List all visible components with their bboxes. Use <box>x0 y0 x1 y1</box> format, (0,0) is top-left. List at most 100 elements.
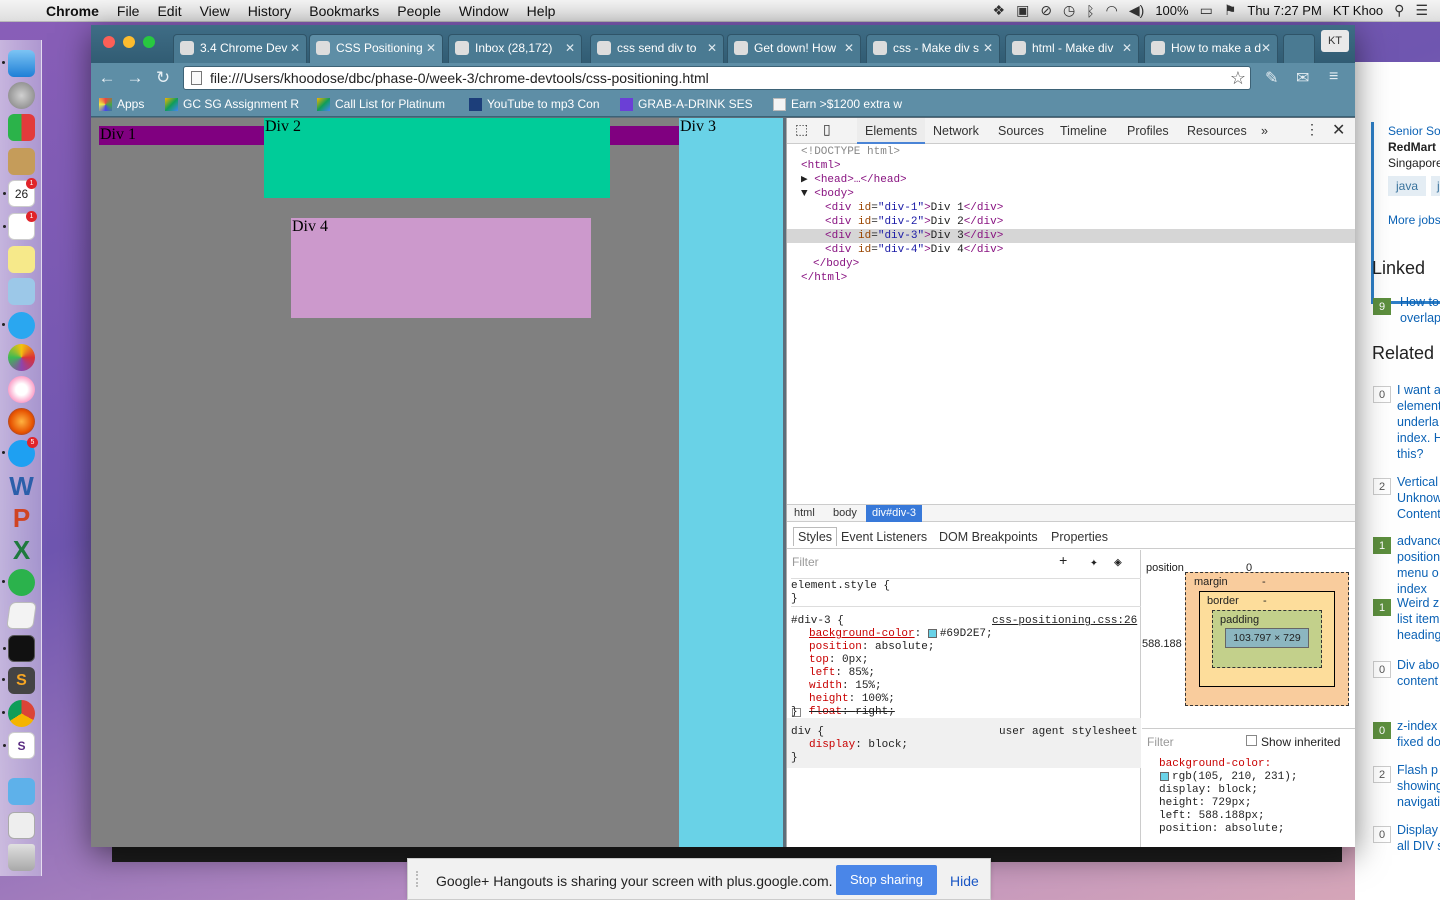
spotlight-icon[interactable]: ⚲ <box>1394 2 1404 19</box>
zoom-window-button[interactable] <box>143 36 155 48</box>
more-tabs-button[interactable]: » <box>1261 124 1268 138</box>
messages-icon[interactable] <box>2 312 35 339</box>
computed-property[interactable]: height: 729px; <box>1159 797 1251 810</box>
new-tab-button[interactable] <box>1283 34 1315 63</box>
tab-profiles[interactable]: Profiles <box>1127 124 1169 138</box>
menu-edit[interactable]: Edit <box>148 3 190 19</box>
back-icon[interactable]: ← <box>95 68 119 88</box>
linked-question-link[interactable]: How to overlap <box>1400 294 1440 326</box>
menubar-user[interactable]: KT Khoo <box>1333 3 1383 18</box>
volume-icon[interactable]: ◀) <box>1129 2 1144 19</box>
related-question-link[interactable]: I want a element underla index. Hthis? <box>1397 382 1440 462</box>
chrome-icon[interactable] <box>2 700 35 727</box>
computed-filter-input[interactable]: Filter <box>1147 736 1174 749</box>
rule-source-link[interactable]: css-positioning.css:26 <box>992 615 1137 628</box>
menu-help[interactable]: Help <box>518 3 565 19</box>
content-box[interactable]: 103.797 × 729 <box>1225 628 1309 648</box>
browser-tab[interactable]: How to make a d ✕ <box>1144 34 1278 63</box>
mission-control-icon[interactable] <box>8 114 35 141</box>
related-question-link[interactable]: Display all DIV s <box>1397 822 1440 854</box>
dom-body-close[interactable]: </body> <box>813 257 859 271</box>
wifi-icon[interactable]: ◠ <box>1106 2 1118 19</box>
blocked-icon[interactable]: ⊘ <box>1040 2 1052 19</box>
tab-dom-breakpoints[interactable]: DOM Breakpoints <box>939 530 1038 544</box>
close-tab-icon[interactable]: ✕ <box>1122 35 1132 61</box>
reminders-icon[interactable]: 1 <box>3 211 37 240</box>
computed-property[interactable]: left: 588.188px; <box>1159 810 1265 823</box>
bookmark-apps[interactable]: Apps <box>99 97 144 111</box>
photo-booth-icon[interactable] <box>8 278 35 305</box>
device-mode-icon[interactable]: ▯ <box>823 121 831 138</box>
browser-tab[interactable]: css - Make div s ✕ <box>866 34 1000 63</box>
bookmark-gc-sg[interactable]: GC SG Assignment R <box>165 97 299 111</box>
notification-icon[interactable]: ▣ <box>1016 2 1029 19</box>
bookmark-earn[interactable]: Earn >$1200 extra w <box>773 97 905 111</box>
dom-html-open[interactable]: <html> <box>801 159 841 173</box>
tab-network[interactable]: Network <box>933 124 979 138</box>
address-bar[interactable]: file:///Users/khoodose/dbc/phase-0/week-… <box>183 66 1251 90</box>
dropbox-icon[interactable]: ❖ <box>993 2 1006 19</box>
facetime-icon[interactable] <box>2 569 35 596</box>
related-question-link[interactable]: Div abo content <box>1397 657 1439 689</box>
browser-tab[interactable]: css send div to ✕ <box>590 34 724 63</box>
related-question-link[interactable]: z-index fixed do <box>1397 718 1440 750</box>
related-question-link[interactable]: advance position menu o index <box>1397 533 1440 597</box>
position-left[interactable]: 588.188 <box>1142 638 1182 650</box>
job-tag[interactable]: ja <box>1431 176 1440 196</box>
job-title[interactable]: Senior So <box>1388 124 1440 138</box>
battery-percent[interactable]: 100% <box>1155 3 1188 18</box>
tab-timeline[interactable]: Timeline <box>1060 124 1107 138</box>
computed-property[interactable]: position: absolute; <box>1159 823 1284 836</box>
menu-history[interactable]: History <box>239 3 301 19</box>
job-tag[interactable]: java <box>1388 176 1427 196</box>
dom-node[interactable]: <div id="div-2">Div 2</div> <box>825 215 1003 229</box>
collapsed-triangle-icon[interactable]: ▶ <box>801 174 808 186</box>
dom-node[interactable]: <div id="div-4">Div 4</div> <box>825 243 1003 257</box>
css-declaration[interactable]: width: 15%; <box>809 680 882 693</box>
reload-icon[interactable]: ↻ <box>151 68 175 88</box>
word-icon[interactable]: W <box>8 473 35 500</box>
dom-head-node[interactable]: ▶ <head>…</head> <box>801 173 907 187</box>
css-declaration[interactable]: top: 0px; <box>809 654 868 667</box>
photos-icon[interactable] <box>8 344 35 371</box>
breadcrumb-html[interactable]: html <box>794 507 815 519</box>
time-machine-icon[interactable]: ◷ <box>1063 2 1075 19</box>
css-declaration[interactable]: background-color: #69D2E7; <box>809 628 993 641</box>
ua-selector[interactable]: div { <box>791 726 824 739</box>
bookmark-star-icon[interactable]: ☆ <box>1230 67 1246 89</box>
close-tab-icon[interactable]: ✕ <box>983 35 993 61</box>
computed-property[interactable]: background-color: <box>1159 758 1271 771</box>
drag-handle[interactable] <box>416 871 422 887</box>
powerpoint-icon[interactable]: P <box>8 505 35 532</box>
tab-elements[interactable]: Elements <box>857 118 926 144</box>
related-question-link[interactable]: Vertical Unknow Content <box>1397 474 1440 522</box>
padding-box[interactable]: padding 103.797 × 729 <box>1212 610 1322 668</box>
notification-center-icon[interactable]: ☰ <box>1415 2 1428 19</box>
color-swatch[interactable] <box>927 628 937 638</box>
menu-people[interactable]: People <box>388 3 450 19</box>
terminal-icon[interactable] <box>3 635 35 662</box>
itunes-icon[interactable] <box>8 376 35 403</box>
finder-icon[interactable] <box>2 50 35 77</box>
breadcrumb-body[interactable]: body <box>833 507 857 519</box>
ua-declaration[interactable]: display: block; <box>809 739 908 752</box>
related-question-link[interactable]: Weird z list item heading <box>1397 595 1440 643</box>
css-declaration[interactable]: position: absolute; <box>809 641 934 654</box>
bookmark-youtube-mp3[interactable]: YouTube to mp3 Con <box>469 97 599 111</box>
styles-filter-input[interactable]: Filter <box>792 556 819 569</box>
firefox-icon[interactable] <box>8 408 35 435</box>
browser-tab[interactable]: html - Make div ✕ <box>1005 34 1139 63</box>
breadcrumb-div-3[interactable]: div#div-3 <box>866 505 923 522</box>
contacts-icon[interactable] <box>8 148 35 175</box>
launchpad-icon[interactable] <box>8 82 35 109</box>
close-tab-icon[interactable]: ✕ <box>426 35 436 61</box>
extension-wrench-icon[interactable]: ✎ <box>1265 68 1278 88</box>
hide-button[interactable]: Hide <box>950 873 979 889</box>
tab-sources[interactable]: Sources <box>998 124 1044 138</box>
close-tab-icon[interactable]: ✕ <box>707 35 717 61</box>
dom-node[interactable]: <div id="div-3">Div 3</div> <box>787 229 1355 243</box>
stop-sharing-button[interactable]: Stop sharing <box>836 865 937 895</box>
trash-icon[interactable] <box>8 844 35 871</box>
tab-event-listeners[interactable]: Event Listeners <box>841 530 927 544</box>
profile-button[interactable]: KT <box>1321 30 1349 52</box>
